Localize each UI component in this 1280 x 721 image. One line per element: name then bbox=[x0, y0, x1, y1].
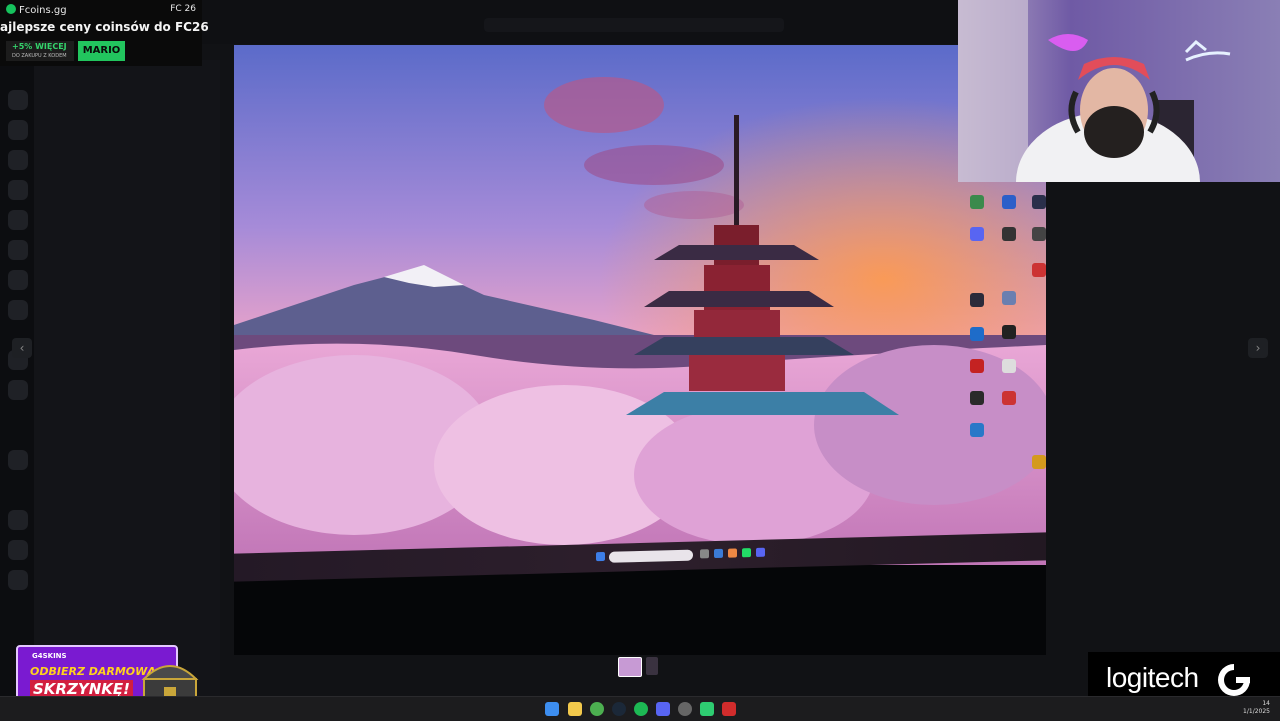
clock-date: 1/1/2025 bbox=[1243, 708, 1270, 715]
taskbar-icon[interactable] bbox=[714, 548, 723, 559]
server-icon[interactable] bbox=[8, 150, 28, 170]
server-icon[interactable] bbox=[8, 90, 28, 110]
chrome-icon[interactable] bbox=[590, 702, 604, 716]
desktop-icon[interactable] bbox=[1002, 227, 1016, 241]
desktop-icon[interactable] bbox=[1002, 291, 1016, 305]
previous-arrow-icon[interactable]: ‹ bbox=[12, 338, 32, 358]
taskbar-icon[interactable] bbox=[728, 548, 737, 558]
server-icon[interactable] bbox=[8, 450, 28, 470]
server-icon[interactable] bbox=[8, 120, 28, 140]
discord-search-input[interactable] bbox=[484, 18, 784, 32]
game-icon[interactable] bbox=[700, 702, 714, 716]
settings-icon[interactable] bbox=[678, 702, 692, 716]
desktop-icon[interactable] bbox=[970, 391, 984, 405]
fcoins-promo-banner[interactable]: Fcoins.gg FC 26 ajlepsze ceny coinsów do… bbox=[0, 0, 209, 66]
start-icon[interactable] bbox=[596, 551, 605, 562]
discord-desktop-icon[interactable] bbox=[970, 227, 984, 241]
promo-game-tag: FC 26 bbox=[170, 4, 196, 14]
taskbar-icon[interactable] bbox=[742, 548, 751, 558]
channel-list bbox=[34, 60, 220, 696]
desktop-icon[interactable] bbox=[970, 293, 984, 307]
promo-bonus-subtitle: DO ZAKUPU Z KODEM bbox=[12, 53, 67, 59]
start-icon[interactable] bbox=[545, 702, 559, 716]
desktop-icon[interactable] bbox=[1002, 195, 1016, 209]
server-icon[interactable] bbox=[8, 540, 28, 560]
server-icon[interactable] bbox=[8, 210, 28, 230]
skins-line1: ODBIERZ DARMOWĄ bbox=[30, 665, 156, 678]
server-icon[interactable] bbox=[8, 180, 28, 200]
desktop-icon[interactable] bbox=[970, 423, 984, 437]
server-icon[interactable] bbox=[8, 380, 28, 400]
server-rail bbox=[0, 60, 34, 696]
promo-bonus-box: +5% WIĘCEJ DO ZAKUPU Z KODEM bbox=[6, 41, 74, 61]
desktop-icon[interactable] bbox=[1032, 263, 1046, 277]
clock-time: 14 bbox=[1262, 700, 1270, 707]
desktop-icon[interactable] bbox=[1002, 391, 1016, 405]
fcoins-logo-icon bbox=[6, 4, 16, 14]
taskbar-icon[interactable] bbox=[756, 547, 765, 557]
file-explorer-icon[interactable] bbox=[568, 702, 582, 716]
promo-code-badge: MARIO bbox=[78, 41, 125, 61]
security-icon[interactable] bbox=[722, 702, 736, 716]
logitech-g-icon bbox=[1218, 664, 1250, 696]
desktop-icon[interactable] bbox=[1032, 195, 1046, 209]
desktop-icon[interactable] bbox=[1032, 227, 1046, 241]
spotify-icon[interactable] bbox=[634, 702, 648, 716]
skins-brand: G4SKINS bbox=[32, 652, 67, 660]
promo-bonus-percent: +5% WIĘCEJ bbox=[12, 42, 67, 51]
promo-headline: ajlepsze ceny coinsów do FC26 bbox=[0, 20, 209, 34]
webcam-feed bbox=[958, 0, 1280, 182]
promo-brand: Fcoins.gg bbox=[6, 4, 67, 16]
steam-icon[interactable] bbox=[612, 702, 626, 716]
taskbar-icon[interactable] bbox=[700, 549, 709, 559]
monitor-photo bbox=[234, 45, 1046, 655]
desktop-search-bar[interactable] bbox=[609, 549, 693, 563]
promo-brand-label: Fcoins.gg bbox=[19, 5, 67, 16]
desktop-wallpaper bbox=[234, 45, 1046, 565]
server-icon[interactable] bbox=[8, 270, 28, 290]
desktop-icon[interactable] bbox=[1002, 359, 1016, 373]
server-icon[interactable] bbox=[8, 570, 28, 590]
server-icon[interactable] bbox=[8, 300, 28, 320]
desktop-icon[interactable] bbox=[970, 195, 984, 209]
windows-taskbar: 14 1/1/2025 bbox=[0, 696, 1280, 721]
next-arrow-icon[interactable]: › bbox=[1248, 338, 1268, 358]
desktop-icon[interactable] bbox=[1002, 325, 1016, 339]
thumbnail[interactable] bbox=[646, 657, 658, 675]
server-icon[interactable] bbox=[8, 510, 28, 530]
desktop-icon[interactable] bbox=[1032, 455, 1046, 469]
server-icon[interactable] bbox=[8, 240, 28, 260]
desktop-icon[interactable] bbox=[970, 359, 984, 373]
discord-icon[interactable] bbox=[656, 702, 670, 716]
desktop-icon[interactable] bbox=[970, 327, 984, 341]
taskbar-clock[interactable]: 14 1/1/2025 bbox=[1243, 700, 1270, 716]
logitech-wordmark: logitech bbox=[1106, 662, 1199, 693]
thumbnail-selected[interactable] bbox=[618, 657, 642, 677]
